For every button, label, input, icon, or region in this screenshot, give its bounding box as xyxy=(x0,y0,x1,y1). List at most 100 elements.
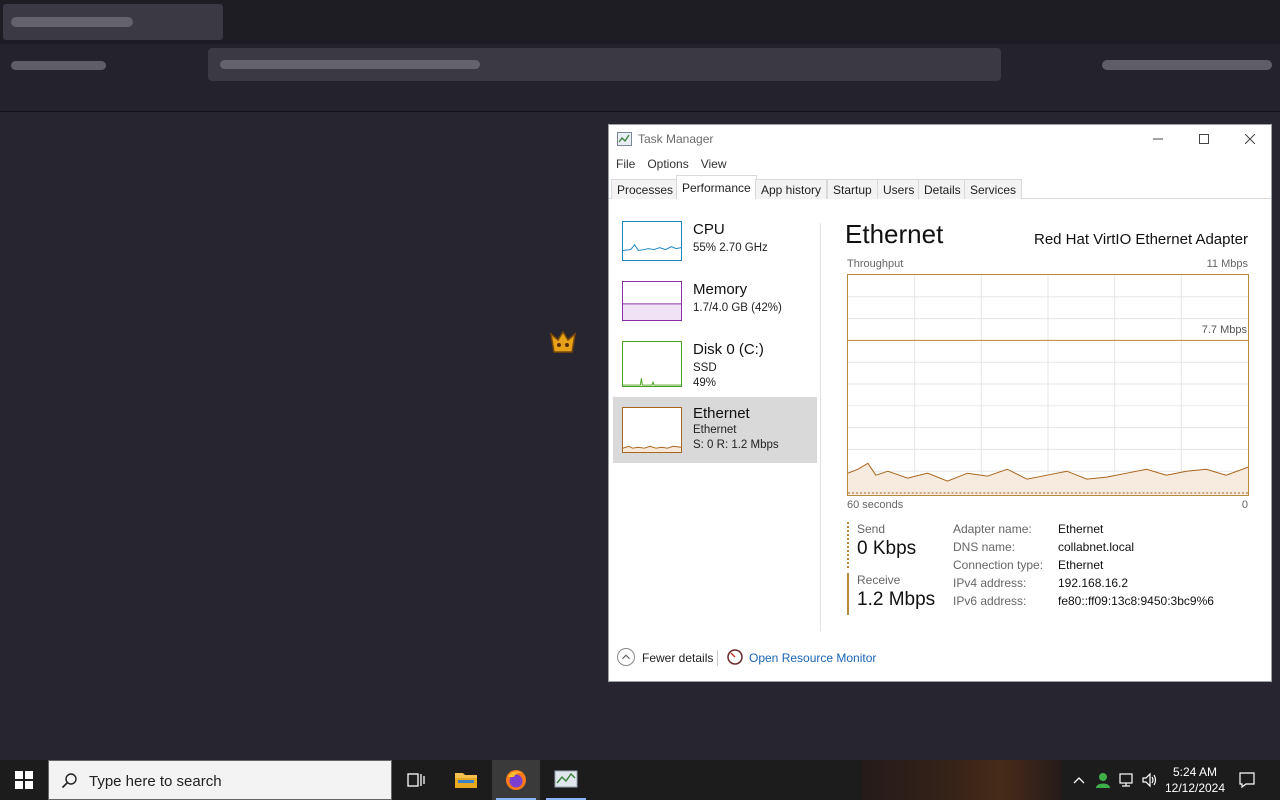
maximize-button[interactable] xyxy=(1181,125,1227,153)
property-value: Ethernet xyxy=(1058,522,1104,536)
throughput-scale-label: 7.7 Mbps xyxy=(1198,324,1247,336)
tray-user-icon-button[interactable] xyxy=(1092,760,1114,800)
blurred-address-text xyxy=(220,60,480,69)
fewer-details-button[interactable]: Fewer details xyxy=(642,651,713,665)
property-key: DNS name: xyxy=(953,540,1016,554)
property-row: IPv4 address: 192.168.16.2 xyxy=(953,576,1214,594)
tab-users[interactable]: Users xyxy=(877,179,921,199)
property-row: Adapter name: Ethernet xyxy=(953,522,1214,540)
taskbar-file-explorer[interactable] xyxy=(442,760,490,800)
time-axis-label: 60 seconds xyxy=(847,499,904,511)
send-value: 0 Kbps xyxy=(857,538,917,559)
window-footer: Fewer details Open Resource Monitor xyxy=(609,645,1271,675)
disk-type: SSD xyxy=(693,362,717,374)
tab-app-history[interactable]: App history xyxy=(755,179,828,199)
sidebar-item-cpu[interactable]: CPU 55% 2.70 GHz xyxy=(613,213,817,279)
memory-mini-graph xyxy=(622,281,682,321)
taskbar-clock[interactable]: 5:24 AM 12/12/2024 xyxy=(1160,764,1230,796)
taskbar-firefox[interactable] xyxy=(492,760,540,800)
sidebar-item-disk[interactable]: Disk 0 (C:) SSD 49% xyxy=(613,333,817,399)
blurred-tab-text xyxy=(11,17,133,27)
chevron-up-icon[interactable] xyxy=(617,648,635,666)
close-button[interactable] xyxy=(1227,125,1273,153)
windows-logo-icon xyxy=(15,771,33,789)
disk-mini-graph xyxy=(622,341,682,387)
property-value: collabnet.local xyxy=(1058,540,1135,554)
task-manager-window: Task Manager File Options View Processes… xyxy=(608,124,1272,682)
user-status-icon xyxy=(1096,773,1110,788)
taskbar-search-box[interactable]: Type here to search xyxy=(48,760,392,800)
show-hidden-icons-button[interactable] xyxy=(1068,760,1090,800)
receive-value: 1.2 Mbps xyxy=(857,589,936,610)
tray-network-button[interactable] xyxy=(1116,760,1138,800)
tab-processes[interactable]: Processes xyxy=(611,179,680,199)
start-button[interactable] xyxy=(0,760,48,800)
property-value: fe80::ff09:13c8:9450:3bc9%6 xyxy=(1058,594,1214,608)
property-key: IPv4 address: xyxy=(953,576,1027,590)
blurred-nav-text xyxy=(11,61,106,70)
ethernet-sub: Ethernet xyxy=(693,424,737,436)
tab-services[interactable]: Services xyxy=(964,179,1023,199)
blurred-nav-right-text xyxy=(1102,60,1272,70)
search-placeholder: Type here to search xyxy=(89,773,222,790)
taskbar-task-manager[interactable] xyxy=(542,760,590,800)
tray-volume-button[interactable] xyxy=(1139,760,1161,800)
property-value: 192.168.16.2 xyxy=(1058,576,1129,590)
receive-label: Receive xyxy=(857,573,901,587)
tab-startup[interactable]: Startup xyxy=(827,179,878,199)
footer-divider xyxy=(717,650,718,666)
throughput-graph xyxy=(847,274,1249,496)
folder-icon xyxy=(455,773,477,788)
remote-session-navbar xyxy=(0,44,1280,112)
tab-details[interactable]: Details xyxy=(918,179,967,199)
clock-time: 5:24 AM xyxy=(1172,765,1218,779)
throughput-label: Throughput xyxy=(847,258,904,270)
property-row: Connection type: Ethernet xyxy=(953,558,1214,576)
taskbar: Type here to search 5:24 AM 12/12/2024 xyxy=(0,760,1280,800)
menu-bar: File Options View xyxy=(609,153,1271,175)
receive-stat: Receive 1.2 Mbps xyxy=(847,573,935,615)
task-manager-icon xyxy=(617,132,632,146)
resource-monitor-icon[interactable] xyxy=(727,649,743,665)
sidebar-item-ethernet[interactable]: Ethernet Ethernet S: 0 R: 1.2 Mbps xyxy=(613,397,817,463)
action-center-button[interactable] xyxy=(1234,760,1260,800)
disk-usage: 49% xyxy=(693,377,717,389)
menu-options[interactable]: Options xyxy=(647,153,688,175)
tab-performance[interactable]: Performance xyxy=(676,175,757,200)
desktop-app-icon[interactable] xyxy=(548,328,578,358)
cpu-mini-graph xyxy=(622,221,682,261)
disk-label: Disk 0 (C:) xyxy=(693,341,764,358)
memory-usage: 1.7/4.0 GB (42%) xyxy=(693,302,782,314)
task-manager-taskbar-icon xyxy=(554,770,578,788)
property-key: Connection type: xyxy=(953,558,1044,572)
open-resource-monitor-link[interactable]: Open Resource Monitor xyxy=(749,651,876,665)
minimize-button[interactable] xyxy=(1135,125,1181,153)
title-bar[interactable]: Task Manager xyxy=(609,125,1271,153)
chevron-up-icon xyxy=(1073,777,1085,784)
ethernet-label: Ethernet xyxy=(693,405,750,422)
search-icon xyxy=(61,773,77,789)
property-row: DNS name: collabnet.local xyxy=(953,540,1214,558)
property-key: Adapter name: xyxy=(953,522,1032,536)
task-view-icon xyxy=(407,773,425,787)
task-view-button[interactable] xyxy=(392,760,440,800)
notification-icon xyxy=(1239,772,1255,789)
throughput-max-label: 11 Mbps xyxy=(1206,258,1248,270)
memory-label: Memory xyxy=(693,281,748,298)
sidebar-item-memory[interactable]: Memory 1.7/4.0 GB (42%) xyxy=(613,273,817,339)
blurred-session-tab[interactable] xyxy=(3,4,223,40)
wallpaper-peek xyxy=(862,760,1062,800)
menu-file[interactable]: File xyxy=(616,153,635,175)
sidebar-divider xyxy=(820,223,821,631)
property-row: IPv6 address: fe80::ff09:13c8:9450:3bc9%6 xyxy=(953,594,1214,612)
speaker-icon xyxy=(1142,772,1157,788)
cpu-usage: 55% 2.70 GHz xyxy=(693,242,768,254)
send-label: Send xyxy=(857,522,886,536)
property-value: Ethernet xyxy=(1058,558,1104,572)
menu-view[interactable]: View xyxy=(701,153,727,175)
performance-sidebar: CPU 55% 2.70 GHz Memory 1.7/4.0 GB (42%)… xyxy=(609,199,821,629)
cpu-label: CPU xyxy=(693,221,725,238)
blurred-address-bar[interactable] xyxy=(208,48,1001,81)
time-axis-end: 0 xyxy=(1241,499,1248,511)
tab-strip: Processes Performance App history Startu… xyxy=(609,175,1271,200)
